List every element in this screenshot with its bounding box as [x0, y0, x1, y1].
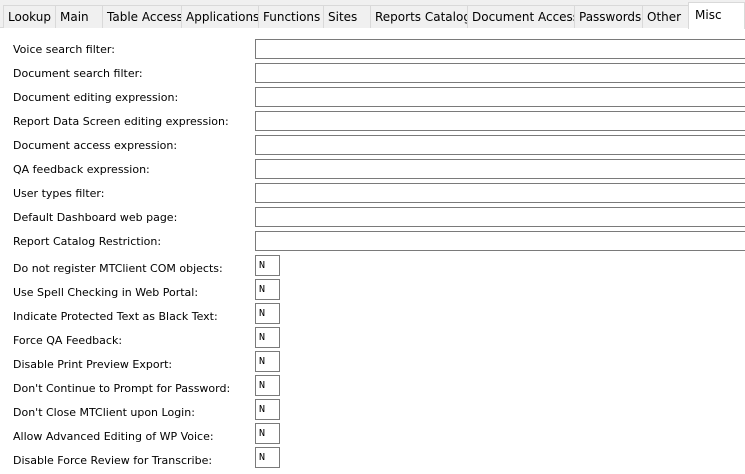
- dont-prompt-for-password-flag[interactable]: N: [255, 375, 280, 396]
- setting-row-default-dashboard-web-page: Default Dashboard web page:: [0, 207, 745, 231]
- disable-print-preview-export-flag[interactable]: N: [255, 351, 280, 372]
- do-not-register-com-objects-flag[interactable]: N: [255, 255, 280, 276]
- user-types-filter-input[interactable]: [255, 183, 745, 203]
- setting-label: Voice search filter:: [13, 43, 115, 56]
- setting-label: Disable Print Preview Export:: [13, 358, 173, 371]
- setting-label: Disable Force Review for Transcribe:: [13, 454, 213, 467]
- setting-row-report-data-screen-editing-expression: Report Data Screen editing expression:: [0, 111, 745, 135]
- setting-row-document-search-filter: Document search filter:: [0, 63, 745, 87]
- setting-row-disable-force-review: Disable Force Review for Transcribe: N: [0, 447, 745, 474]
- setting-row-document-editing-expression: Document editing expression:: [0, 87, 745, 111]
- setting-row-do-not-register-com-objects: Do not register MTClient COM objects: N: [0, 255, 745, 282]
- tab-misc[interactable]: Misc: [688, 2, 745, 29]
- tab-document-access[interactable]: Document Access: [467, 5, 579, 28]
- tab-lookup[interactable]: Lookup: [3, 5, 56, 28]
- disable-force-review-flag[interactable]: N: [255, 447, 280, 468]
- force-qa-feedback-flag[interactable]: N: [255, 327, 280, 348]
- report-data-screen-editing-expression-input[interactable]: [255, 111, 745, 131]
- setting-row-document-access-expression: Document access expression:: [0, 135, 745, 159]
- setting-label: Document editing expression:: [13, 91, 179, 104]
- setting-row-user-types-filter: User types filter:: [0, 183, 745, 207]
- setting-row-voice-search-filter: Voice search filter:: [0, 39, 745, 63]
- tab-sites[interactable]: Sites: [323, 5, 371, 28]
- setting-row-qa-feedback-expression: QA feedback expression:: [0, 159, 745, 183]
- report-catalog-restriction-input[interactable]: [255, 231, 745, 251]
- setting-row-force-qa-feedback: Force QA Feedback: N: [0, 327, 745, 354]
- setting-row-dont-prompt-for-password: Don't Continue to Prompt for Password: N: [0, 375, 745, 402]
- setting-label: Indicate Protected Text as Black Text:: [13, 310, 218, 323]
- setting-row-use-spell-checking: Use Spell Checking in Web Portal: N: [0, 279, 745, 306]
- tab-other[interactable]: Other: [642, 5, 689, 28]
- document-access-expression-input[interactable]: [255, 135, 745, 155]
- setting-label: QA feedback expression:: [13, 163, 150, 176]
- setting-label: Report Data Screen editing expression:: [13, 115, 229, 128]
- document-editing-expression-input[interactable]: [255, 87, 745, 107]
- setting-label: Document search filter:: [13, 67, 143, 80]
- tab-table-access[interactable]: Table Access: [102, 5, 183, 28]
- default-dashboard-web-page-input[interactable]: [255, 207, 745, 227]
- setting-label: Don't Continue to Prompt for Password:: [13, 382, 231, 395]
- settings-window: Lookup Main Table Access Applications Fu…: [0, 0, 745, 474]
- setting-row-disable-print-preview-export: Disable Print Preview Export: N: [0, 351, 745, 378]
- tab-applications[interactable]: Applications: [181, 5, 259, 28]
- tab-functions[interactable]: Functions: [258, 5, 324, 28]
- indicate-protected-text-flag[interactable]: N: [255, 303, 280, 324]
- voice-search-filter-input[interactable]: [255, 39, 745, 59]
- misc-tab-panel: Voice search filter: Document search fil…: [0, 28, 745, 474]
- setting-label: Don't Close MTClient upon Login:: [13, 406, 195, 419]
- tab-main[interactable]: Main: [55, 5, 103, 28]
- setting-label: Use Spell Checking in Web Portal:: [13, 286, 199, 299]
- setting-label: Default Dashboard web page:: [13, 211, 178, 224]
- use-spell-checking-flag[interactable]: N: [255, 279, 280, 300]
- setting-label: Document access expression:: [13, 139, 178, 152]
- setting-row-allow-advanced-editing: Allow Advanced Editing of WP Voice: N: [0, 423, 745, 450]
- qa-feedback-expression-input[interactable]: [255, 159, 745, 179]
- allow-advanced-editing-flag[interactable]: N: [255, 423, 280, 444]
- tab-reports-catalog[interactable]: Reports Catalog: [370, 5, 471, 28]
- setting-label: Allow Advanced Editing of WP Voice:: [13, 430, 214, 443]
- tab-bar: Lookup Main Table Access Applications Fu…: [0, 0, 745, 29]
- setting-label: Force QA Feedback:: [13, 334, 123, 347]
- setting-label: User types filter:: [13, 187, 105, 200]
- setting-label: Do not register MTClient COM objects:: [13, 262, 223, 275]
- document-search-filter-input[interactable]: [255, 63, 745, 83]
- dont-close-mtclient-flag[interactable]: N: [255, 399, 280, 420]
- tab-passwords[interactable]: Passwords: [574, 5, 643, 28]
- setting-row-report-catalog-restriction: Report Catalog Restriction:: [0, 231, 745, 255]
- setting-row-indicate-protected-text: Indicate Protected Text as Black Text: N: [0, 303, 745, 330]
- setting-label: Report Catalog Restriction:: [13, 235, 162, 248]
- setting-row-dont-close-mtclient: Don't Close MTClient upon Login: N: [0, 399, 745, 426]
